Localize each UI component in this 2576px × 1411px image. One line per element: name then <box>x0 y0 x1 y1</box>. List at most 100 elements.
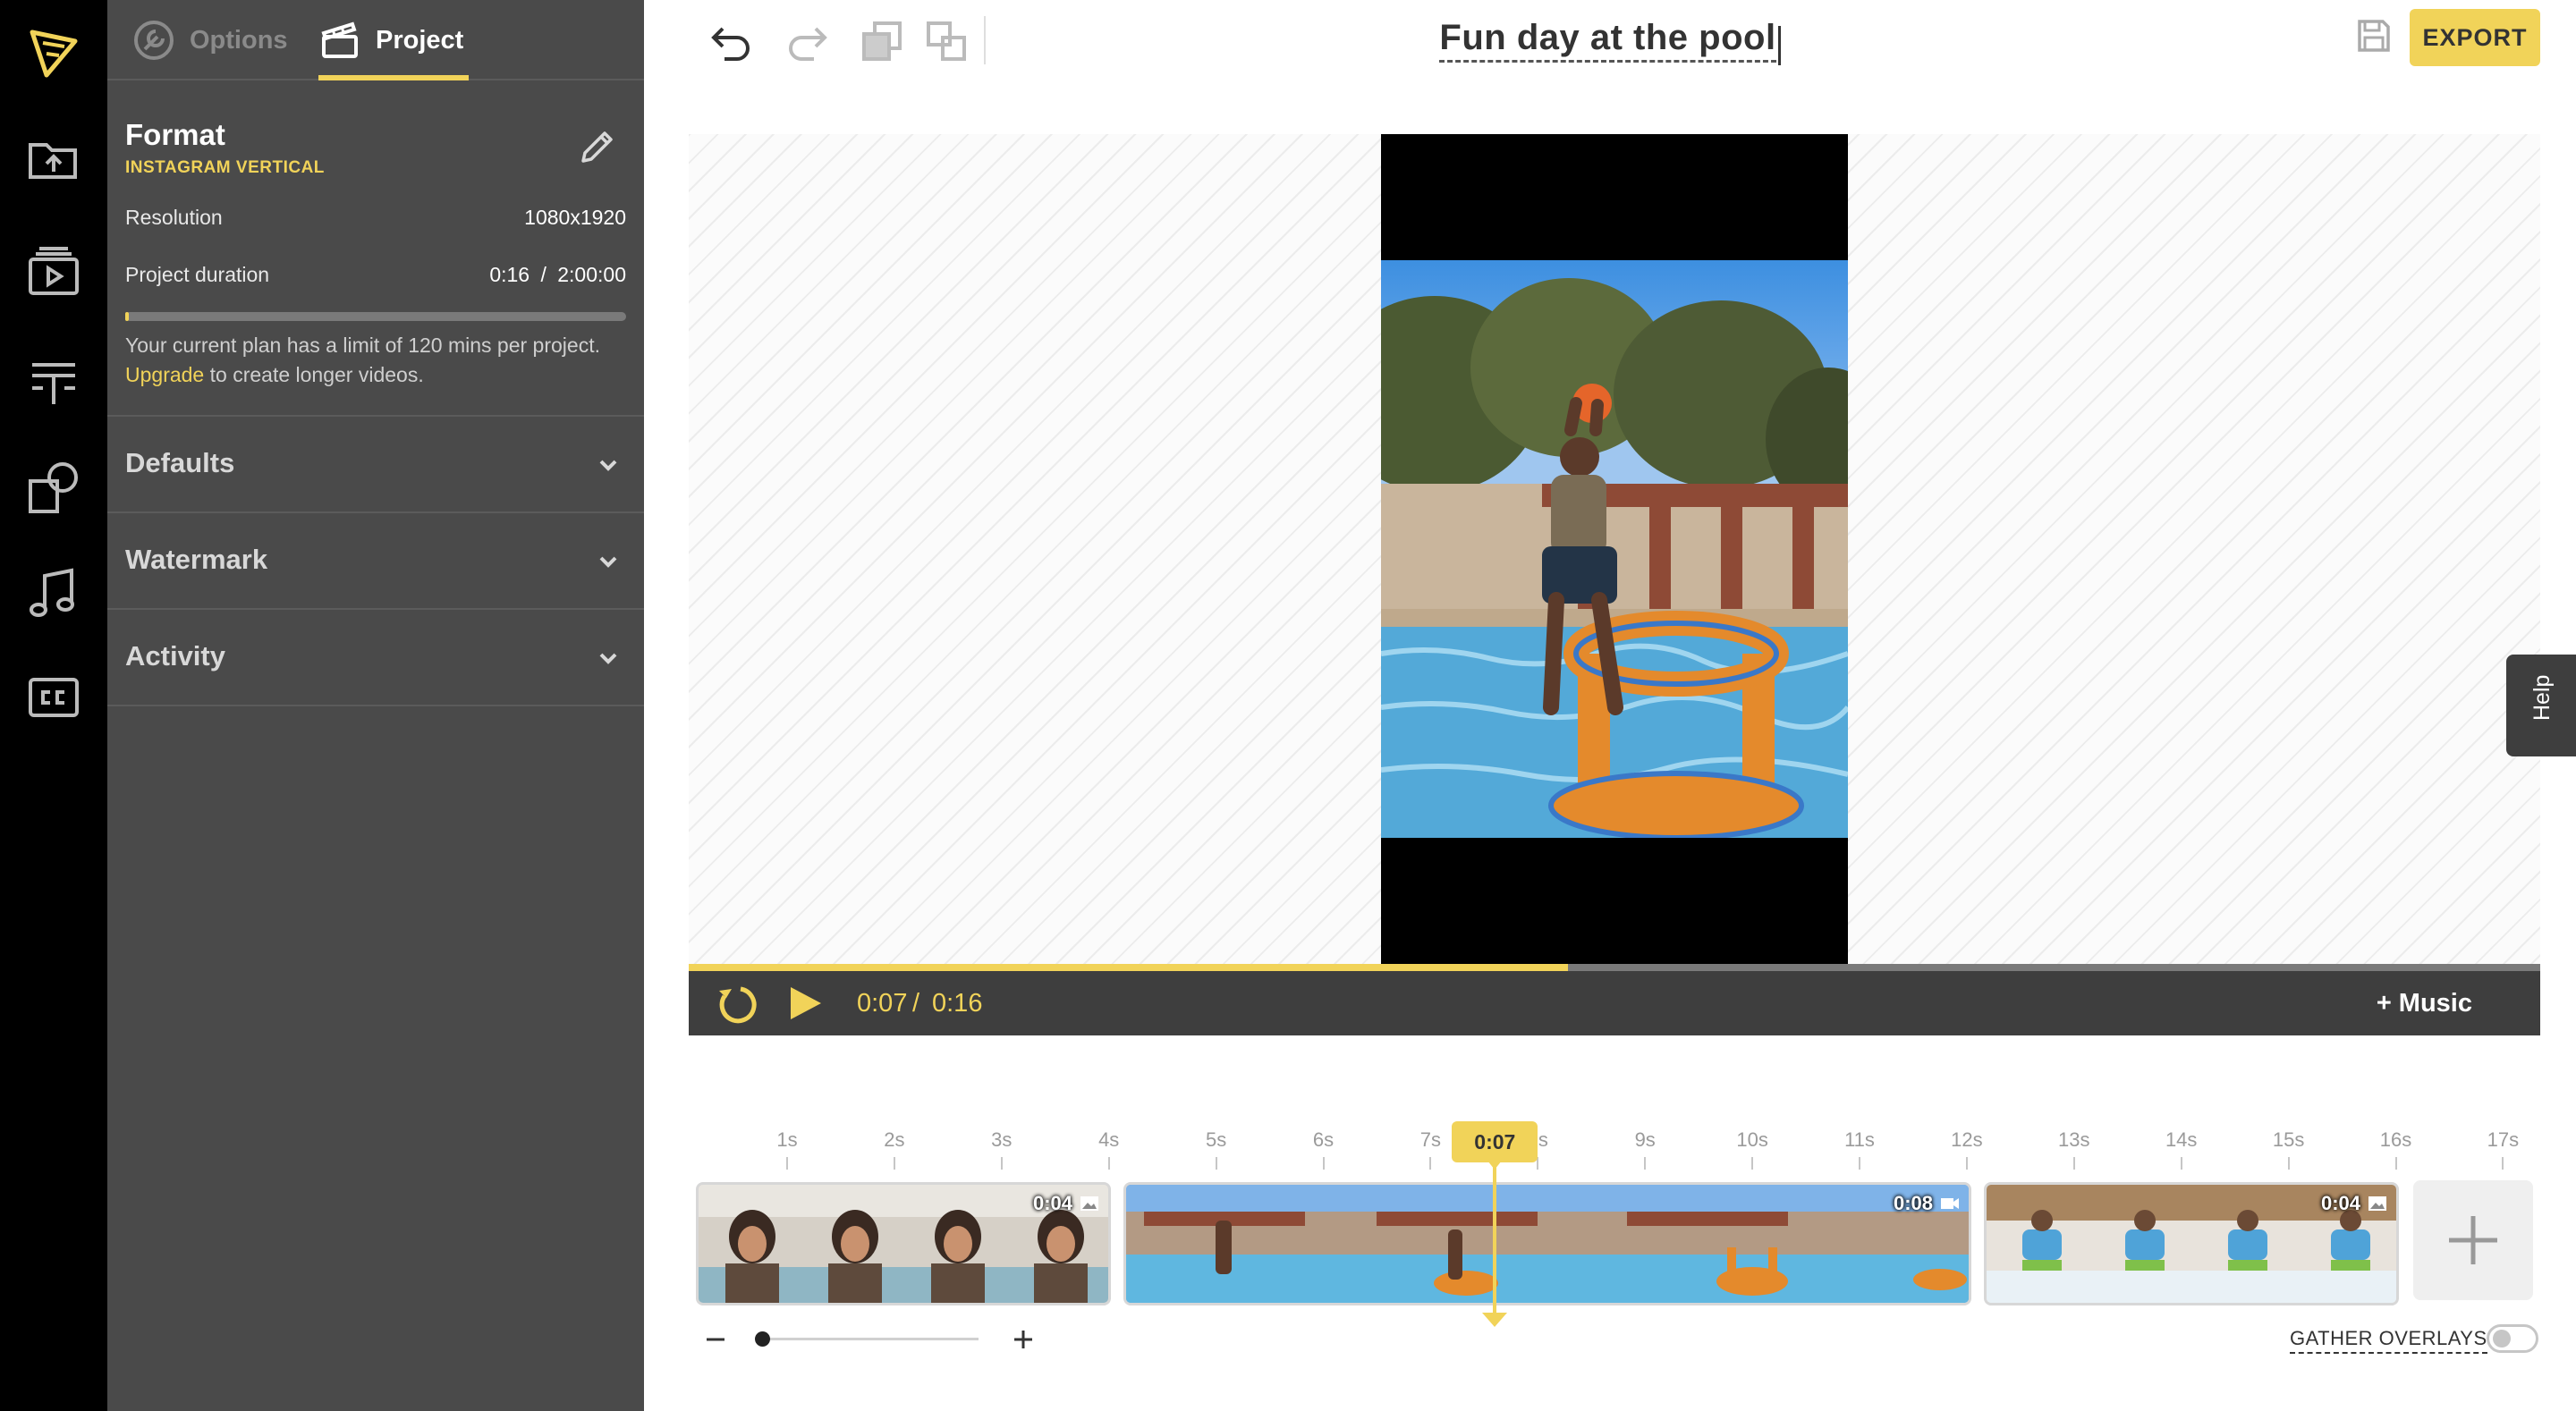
ruler-tick-mark <box>2180 1157 2182 1170</box>
playhead-time-badge[interactable]: 0:07 <box>1452 1121 1538 1162</box>
gather-overlays-toggle[interactable] <box>2487 1324 2538 1353</box>
ruler-tick-label: 2s <box>884 1128 905 1151</box>
timeline-clip-2[interactable]: 0:08 <box>1123 1182 1971 1305</box>
ruler-tick-mark <box>1429 1157 1432 1170</box>
ruler-tick-mark <box>2394 1157 2397 1170</box>
duration-label: Project duration <box>125 263 270 286</box>
bring-forward-icon[interactable] <box>921 16 971 66</box>
active-tab-indicator <box>318 75 469 80</box>
ruler-tick-label: 10s <box>1736 1128 1768 1151</box>
tab-options[interactable]: Options <box>132 0 288 80</box>
music-icon[interactable] <box>20 560 88 628</box>
ruler-tick-mark <box>1644 1157 1647 1170</box>
add-clip-button[interactable] <box>2413 1180 2533 1300</box>
plan-note-text: Your current plan has a limit of 120 min… <box>125 334 600 357</box>
plan-note-suffix: to create longer videos. <box>204 363 424 386</box>
video-frame[interactable] <box>1381 134 1848 966</box>
save-icon[interactable] <box>2354 16 2394 55</box>
ruler-tick-mark <box>1000 1157 1003 1170</box>
media-icon[interactable] <box>20 238 88 306</box>
image-icon <box>1080 1196 1098 1211</box>
plus-icon <box>2449 1216 2497 1264</box>
send-backward-icon[interactable] <box>857 16 907 66</box>
plan-limit-note: Your current plan has a limit of 120 min… <box>125 331 626 390</box>
timeline-zoom-handle[interactable] <box>755 1331 770 1347</box>
project-title[interactable]: Fun day at the pool <box>1439 18 1776 63</box>
toggle-knob <box>2493 1330 2511 1348</box>
playhead-handle[interactable] <box>1482 1313 1508 1327</box>
add-music-button[interactable]: + Music <box>2377 989 2472 1018</box>
ruler-tick-label: 12s <box>1951 1128 1983 1151</box>
timeline-clip-3[interactable]: 0:04 <box>1984 1182 2399 1305</box>
export-button[interactable]: EXPORT <box>2410 9 2540 66</box>
section-watermark-label: Watermark <box>125 544 268 575</box>
time-separator: / <box>912 989 920 1018</box>
section-watermark[interactable]: Watermark <box>107 511 644 608</box>
ruler-tick-label: 15s <box>2272 1128 2305 1151</box>
ruler-tick-mark <box>1751 1157 1754 1170</box>
current-time: 0:07 <box>857 989 908 1018</box>
ruler-tick-label: 1s <box>776 1128 798 1151</box>
chevron-down-icon <box>599 460 617 471</box>
section-activity[interactable]: Activity <box>107 608 644 705</box>
upgrade-link[interactable]: Upgrade <box>125 363 204 386</box>
text-icon[interactable] <box>20 349 88 417</box>
logo-icon[interactable] <box>20 18 88 86</box>
ruler-tick-mark <box>893 1157 895 1170</box>
duration-limit: 2:00:00 <box>557 263 626 286</box>
tab-project-label: Project <box>376 25 464 55</box>
pool-scene-illustration <box>1381 278 1848 838</box>
wrench-icon <box>134 21 174 60</box>
shapes-icon[interactable] <box>20 454 88 522</box>
ruler-tick-label: 7s <box>1419 1128 1442 1151</box>
playback-progress[interactable] <box>689 964 2540 971</box>
ruler-tick-mark <box>1107 1157 1110 1170</box>
ruler-tick-label: 14s <box>2165 1128 2198 1151</box>
total-time: 0:16 <box>932 989 983 1018</box>
zoom-out-icon[interactable] <box>703 1327 728 1352</box>
timeline-clip-1[interactable]: 0:04 <box>696 1182 1111 1305</box>
play-icon[interactable] <box>784 982 826 1025</box>
ruler-tick-label: 16s <box>2379 1128 2412 1151</box>
ruler-tick-mark <box>1322 1157 1325 1170</box>
format-subtitle: INSTAGRAM VERTICAL <box>125 158 325 177</box>
ruler-tick-label: 13s <box>2058 1128 2090 1151</box>
video-camera-icon <box>1941 1198 1959 1209</box>
image-icon <box>2368 1196 2386 1211</box>
help-button[interactable]: Help <box>2506 655 2576 756</box>
timeline-zoom-slider[interactable] <box>760 1338 979 1340</box>
section-activity-label: Activity <box>125 640 225 672</box>
captions-icon[interactable] <box>20 663 88 731</box>
tool-rail <box>0 0 107 1411</box>
ruler-tick-label: 17s <box>2487 1128 2520 1151</box>
resolution-value: 1080x1920 <box>524 206 626 229</box>
undo-icon[interactable] <box>707 16 757 66</box>
panel-tabs: Options Project <box>107 0 644 80</box>
text-cursor <box>1777 25 1781 65</box>
duration-separator: / <box>540 263 547 286</box>
playback-progress-fill <box>689 964 1569 971</box>
ruler-tick-label: 3s <box>991 1128 1013 1151</box>
project-panel: Options Project Format INSTAGRAM VERTICA… <box>107 0 644 1411</box>
duration-bar <box>125 312 626 321</box>
redo-icon[interactable] <box>782 16 832 66</box>
gather-overlays-label: GATHER OVERLAYS <box>2290 1327 2487 1354</box>
zoom-in-icon[interactable] <box>1011 1327 1036 1352</box>
edit-format-icon[interactable] <box>574 125 619 170</box>
ruler-tick-mark <box>2287 1157 2290 1170</box>
section-defaults[interactable]: Defaults <box>107 415 644 511</box>
ruler-tick-mark <box>786 1157 788 1170</box>
timeline-ruler[interactable]: 1s 2s 3s 4s 5s 6s 7s 8s 9s 10s 11s 12s 13s 14s 15s 16s 1… <box>698 1128 2558 1173</box>
help-label: Help <box>2529 674 2555 721</box>
section-defaults-label: Defaults <box>125 447 235 478</box>
replay-icon[interactable] <box>714 982 757 1025</box>
project-title-field[interactable]: Fun day at the pool <box>1360 18 1860 75</box>
playhead[interactable] <box>1493 1162 1497 1316</box>
format-title: Format <box>125 118 225 151</box>
player-controls: 0:07 / 0:16 + Music <box>689 971 2540 1035</box>
upload-icon[interactable] <box>20 125 88 193</box>
ruler-tick-mark <box>1859 1157 1860 1170</box>
tab-project[interactable]: Project <box>318 0 463 80</box>
resolution-label: Resolution <box>125 206 223 229</box>
section-divider <box>107 705 644 706</box>
